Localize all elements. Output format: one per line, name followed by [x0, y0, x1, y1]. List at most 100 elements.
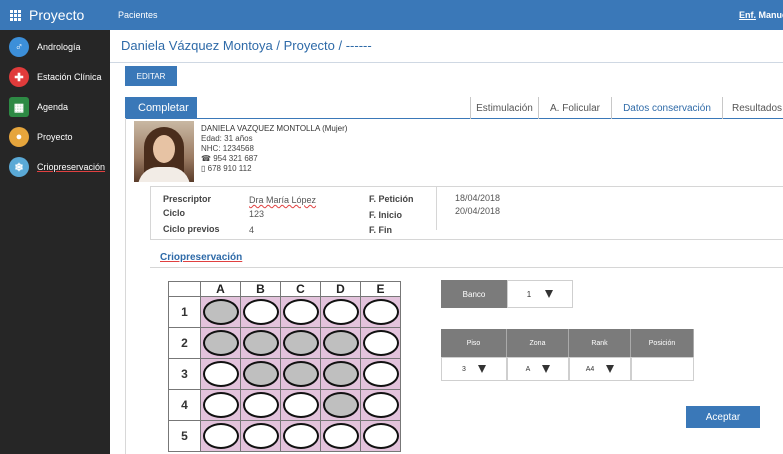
sidebar-item-estacion-clinica[interactable]: ✚ Estación Clínica — [0, 62, 110, 92]
grid-cell[interactable] — [360, 358, 401, 390]
grid-cell[interactable] — [200, 420, 241, 452]
patient-photo — [134, 121, 194, 182]
empty-well-icon — [362, 361, 399, 387]
patient-mobile: ▯ 678 910 112 — [201, 164, 252, 173]
top-bar-section[interactable]: Pacientes — [118, 10, 158, 20]
grid-cell[interactable] — [240, 327, 281, 359]
tab-resultados[interactable]: Resultados — [722, 97, 783, 119]
top-bar: Pacientes Enf. Manuel Lo — [110, 0, 783, 30]
tab-a-folicular[interactable]: A. Folicular — [538, 97, 611, 119]
patient-nhc: NHC: 1234568 — [201, 144, 254, 153]
dropdown-arrow-icon — [606, 365, 615, 373]
filled-well-icon — [242, 361, 279, 387]
posicion-header: Posición — [631, 329, 694, 357]
grid-cell[interactable] — [360, 327, 401, 359]
ciclos-previos-label: Ciclo previos — [163, 224, 220, 234]
empty-well-icon — [202, 423, 239, 449]
empty-well-icon — [362, 330, 399, 356]
sidebar-item-label: Estación Clínica — [37, 72, 102, 82]
rank-header: Rank — [569, 329, 631, 357]
sidebar-item-andrologia[interactable]: ♂ Andrología — [0, 32, 110, 62]
app-brand[interactable]: Proyecto — [0, 0, 110, 30]
grid-cell[interactable] — [320, 296, 361, 328]
banco-select[interactable]: 1 — [507, 280, 573, 308]
sidebar-item-proyecto[interactable]: ● Proyecto — [0, 122, 110, 152]
app-title: Proyecto — [29, 7, 85, 23]
grid-cell[interactable] — [200, 389, 241, 421]
f-fin-label: F. Fin — [369, 225, 392, 235]
empty-well-icon — [202, 392, 239, 418]
user-prefix: Enf. — [738, 10, 756, 20]
breadcrumb[interactable]: Daniela Vázquez Montoya / Proyecto / ---… — [121, 38, 372, 53]
f-peticion-value: 18/04/2018 — [455, 193, 501, 203]
posicion-field[interactable] — [631, 357, 694, 381]
empty-well-icon — [322, 423, 359, 449]
grid-cell[interactable] — [200, 358, 241, 390]
grid-cell[interactable] — [280, 420, 321, 452]
grid-cell[interactable] — [280, 358, 321, 390]
dropdown-arrow-icon — [542, 365, 551, 373]
grid-cell[interactable] — [280, 327, 321, 359]
rank-value: A4 — [585, 365, 595, 373]
grid-cell[interactable] — [200, 327, 241, 359]
grid-cell[interactable] — [320, 389, 361, 421]
filled-well-icon — [202, 299, 239, 325]
empty-well-icon — [242, 299, 279, 325]
grid-cell[interactable] — [280, 296, 321, 328]
grid-row: 3 — [168, 358, 401, 390]
grid-corner — [168, 281, 201, 297]
grid-cell[interactable] — [320, 420, 361, 452]
grid-cell[interactable] — [360, 296, 401, 328]
tab-estimulacion[interactable]: Estimulación — [470, 97, 538, 119]
sidebar-item-criopreservacion[interactable]: ❄ Criopreservación — [0, 152, 110, 182]
grid-cell[interactable] — [360, 389, 401, 421]
filled-well-icon — [282, 330, 319, 356]
grid-cell[interactable] — [240, 358, 281, 390]
filled-well-icon — [322, 361, 359, 387]
piso-select[interactable]: 3 — [441, 357, 507, 381]
grid-cell[interactable] — [320, 327, 361, 359]
filled-well-icon — [322, 392, 359, 418]
grid-cell[interactable] — [240, 296, 281, 328]
empty-well-icon — [322, 299, 359, 325]
empty-well-icon — [282, 299, 319, 325]
prescriptor-value: Dra María López — [249, 195, 317, 205]
tab-completar[interactable]: Completar — [125, 97, 197, 119]
medical-cross-icon: ✚ — [9, 67, 29, 87]
grid-col-header: B — [240, 281, 281, 297]
divider — [150, 239, 783, 240]
sidebar-item-label: Andrología — [37, 42, 81, 52]
filled-well-icon — [242, 330, 279, 356]
tab-datos-conservacion[interactable]: Datos conservación — [611, 97, 722, 119]
grid-cell[interactable] — [320, 358, 361, 390]
grid-row: 5 — [168, 420, 401, 452]
sidebar-item-label: Agenda — [37, 102, 69, 112]
empty-well-icon — [282, 423, 319, 449]
grid-cell[interactable] — [280, 389, 321, 421]
divider — [436, 186, 437, 230]
patient-phone: ☎ 954 321 687 — [201, 154, 258, 163]
ciclo-value: 123 — [249, 209, 265, 219]
prescriptor-label: Prescriptor — [163, 194, 212, 204]
accept-button[interactable]: Aceptar — [686, 406, 760, 428]
divider — [150, 267, 783, 268]
zona-select[interactable]: A — [507, 357, 569, 381]
edit-button[interactable]: EDITAR — [125, 66, 177, 86]
empty-well-icon — [362, 299, 399, 325]
grid-col-header: C — [280, 281, 321, 297]
sidebar-item-label: Proyecto — [37, 132, 73, 142]
empty-well-icon — [362, 392, 399, 418]
empty-well-icon — [202, 361, 239, 387]
grid-cell[interactable] — [200, 296, 241, 328]
calendar-icon: ▦ — [9, 97, 29, 117]
apps-grid-icon — [10, 9, 21, 21]
grid-cell[interactable] — [240, 420, 281, 452]
user-menu[interactable]: Enf. Manuel Lo — [739, 10, 783, 20]
grid-cell[interactable] — [240, 389, 281, 421]
section-title: Criopreservación — [160, 252, 243, 263]
rank-select[interactable]: A4 — [569, 357, 631, 381]
grid-cell[interactable] — [360, 420, 401, 452]
grid-row-header: 4 — [168, 389, 201, 421]
dropdown-arrow-icon — [545, 290, 554, 298]
sidebar-item-agenda[interactable]: ▦ Agenda — [0, 92, 110, 122]
